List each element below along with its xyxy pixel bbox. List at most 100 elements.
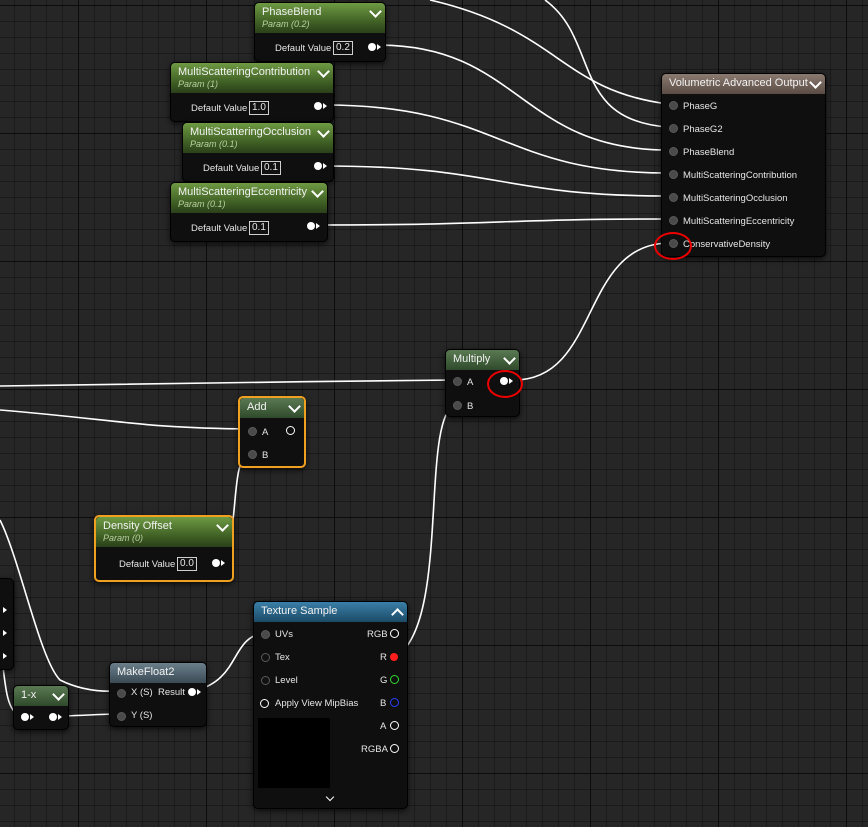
input-pin-mse[interactable] [669, 216, 678, 225]
node-header[interactable]: Multiply [446, 350, 519, 370]
output-pin-a[interactable] [390, 721, 399, 730]
phaseblend-node[interactable]: PhaseBlend Param (0.2) Default Value 0.2 [254, 2, 386, 62]
pin-label: X (S) [131, 687, 153, 698]
input-pin-phaseg[interactable] [669, 101, 678, 110]
arrow-icon [3, 630, 7, 636]
default-value-field[interactable]: 0.2 [333, 41, 353, 55]
input-pin-apply-view-mipbias[interactable] [260, 699, 269, 708]
input-pin[interactable] [21, 713, 29, 721]
node-title: Volumetric Advanced Output [669, 77, 808, 89]
pin-label: RGBA [361, 744, 388, 755]
pin-label: G [380, 675, 388, 686]
node-header[interactable]: MakeFloat2 [110, 663, 206, 683]
node-title: Density Offset [103, 520, 172, 532]
chevron-down-icon[interactable] [369, 5, 382, 18]
output-pin-rgb[interactable] [390, 629, 399, 638]
wire-top-2 [544, 0, 669, 128]
chevron-up-icon[interactable] [391, 608, 404, 621]
density-offset-node[interactable]: Density Offset Param (0) Default Value 0… [94, 515, 234, 582]
input-pin-level[interactable] [261, 676, 270, 685]
chevron-down-icon[interactable] [52, 688, 65, 701]
texture-preview [258, 718, 330, 788]
default-value-field[interactable]: 0.0 [177, 557, 197, 571]
input-pin-mso[interactable] [669, 193, 678, 202]
wire-top-1 [429, 0, 669, 105]
chevron-down-icon[interactable] [503, 352, 516, 365]
node-title: MultiScatteringEccentricity [178, 186, 307, 198]
multiscattering-eccentricity-node[interactable]: MultiScatteringEccentricity Param (0.1) … [170, 182, 328, 242]
input-pin-phaseg2[interactable] [669, 124, 678, 133]
input-pin-y[interactable] [117, 712, 126, 721]
multiscattering-occlusion-node[interactable]: MultiScatteringOcclusion Param (0.1) Def… [182, 122, 334, 182]
node-header[interactable]: MultiScatteringEccentricity Param (0.1) [171, 183, 327, 213]
output-pin[interactable] [314, 162, 322, 170]
output-pin[interactable] [368, 43, 376, 51]
node-subtitle: Param (0.2) [262, 19, 310, 29]
chevron-down-icon[interactable] [288, 400, 301, 413]
output-pin-g[interactable] [390, 675, 399, 684]
chevron-down-icon[interactable] [325, 792, 335, 802]
arrow-icon [323, 103, 327, 109]
chevron-down-icon[interactable] [216, 519, 229, 532]
default-value-field[interactable]: 1.0 [249, 101, 269, 115]
multiscattering-contribution-node[interactable]: MultiScatteringContribution Param (1) De… [170, 62, 334, 122]
chevron-down-icon[interactable] [317, 65, 330, 78]
input-pin-b[interactable] [453, 401, 462, 410]
offscreen-node-partial[interactable] [0, 578, 14, 670]
pin-label: B [262, 450, 269, 461]
output-pin[interactable] [286, 426, 295, 435]
input-pin-tex[interactable] [261, 653, 270, 662]
node-header[interactable]: PhaseBlend Param (0.2) [255, 3, 385, 33]
arrow-icon [323, 163, 327, 169]
output-pin-b[interactable] [390, 698, 399, 707]
node-header[interactable]: MultiScatteringContribution Param (1) [171, 63, 333, 93]
default-value-label: Default Value [191, 103, 248, 114]
texture-sample-node[interactable]: Texture Sample UVs Tex Level Apply View … [253, 601, 408, 809]
input-pin-a[interactable] [248, 427, 257, 436]
chevron-down-icon[interactable] [809, 76, 822, 89]
node-subtitle: Param (0) [103, 533, 144, 543]
default-value-label: Default Value [203, 163, 260, 174]
default-value-field[interactable]: 0.1 [261, 161, 281, 175]
wire-mse [316, 218, 669, 226]
output-pin[interactable] [307, 222, 315, 230]
makefloat2-node[interactable]: MakeFloat2 X (S) Y (S) Result [109, 662, 207, 727]
output-pin-rgba[interactable] [390, 744, 399, 753]
input-pin-a[interactable] [453, 377, 462, 386]
wire-conservative [513, 242, 669, 381]
input-pin-b[interactable] [248, 450, 257, 459]
pin-label: PhaseG2 [683, 124, 723, 135]
output-pin[interactable] [188, 688, 196, 696]
input-pin-uvs[interactable] [261, 630, 270, 639]
default-value-field[interactable]: 0.1 [249, 221, 269, 235]
output-pin[interactable] [49, 713, 57, 721]
node-title: Add [247, 401, 267, 413]
one-minus-x-node[interactable]: 1-x [13, 685, 69, 730]
default-value-label: Default Value [275, 43, 332, 54]
node-title: Multiply [453, 353, 491, 365]
pin-label: B [467, 401, 474, 412]
node-title: 1-x [21, 689, 37, 701]
input-pin-msc[interactable] [669, 170, 678, 179]
arrow-icon [316, 223, 320, 229]
chevron-down-icon[interactable] [317, 125, 330, 138]
node-header[interactable]: MultiScatteringOcclusion Param (0.1) [183, 123, 333, 153]
node-header[interactable]: Density Offset Param (0) [96, 517, 232, 547]
input-pin-phaseblend[interactable] [669, 147, 678, 156]
node-header[interactable]: Volumetric Advanced Output [662, 74, 825, 94]
output-pin[interactable] [314, 102, 322, 110]
output-pin-r[interactable] [390, 653, 398, 661]
pin-label: A [467, 377, 474, 388]
input-pin-x[interactable] [117, 689, 126, 698]
pin-label: RGB [367, 629, 388, 640]
pin-label: MultiScatteringOcclusion [683, 193, 788, 204]
node-header[interactable]: 1-x [14, 686, 68, 706]
node-header[interactable]: Add [240, 398, 304, 418]
volumetric-advanced-output-node[interactable]: Volumetric Advanced Output PhaseG PhaseG… [661, 73, 826, 257]
output-pin[interactable] [212, 559, 220, 567]
chevron-down-icon[interactable] [311, 185, 324, 198]
node-header[interactable]: Texture Sample [254, 602, 407, 622]
default-value-label: Default Value [119, 559, 176, 570]
node-title: PhaseBlend [262, 6, 322, 18]
add-node[interactable]: Add A B [238, 396, 306, 468]
